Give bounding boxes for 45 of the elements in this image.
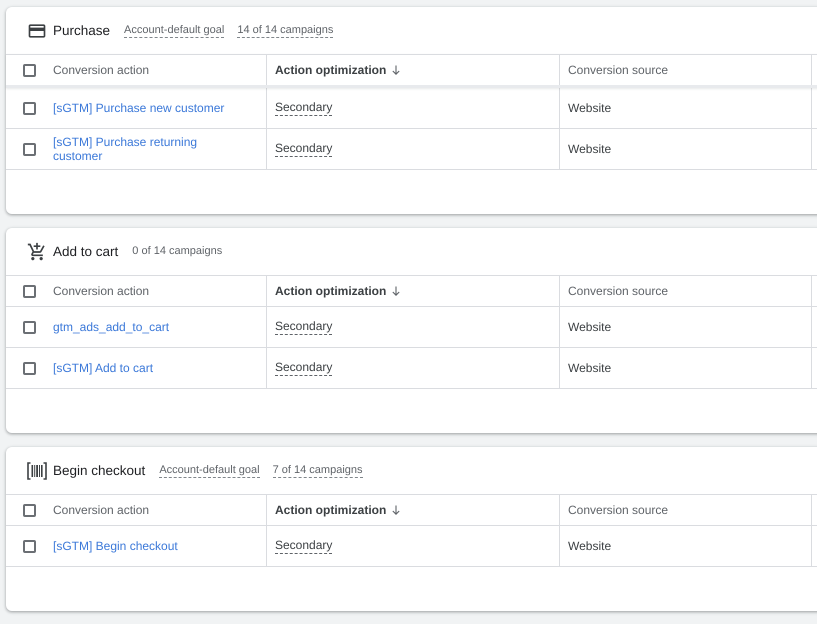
section-title: Begin checkout [53,463,146,478]
column-header[interactable]: Conversion action [53,63,150,77]
column-header[interactable]: Conversion source [568,63,668,77]
conversion-source-text: Website [568,361,612,375]
sort-down-icon[interactable] [392,505,400,515]
barcode-icon [27,460,47,480]
header-label: 0 of 14 campaigns [132,244,222,258]
row-checkbox[interactable] [23,102,36,114]
column-header[interactable]: Action optimization [275,503,386,517]
section-title: Add to cart [53,244,118,259]
header-label: Account-default goal [124,24,224,38]
conversion-action-link[interactable]: [sGTM] Purchase returning customer [53,135,235,163]
sort-down-icon[interactable] [392,286,400,296]
optimization-status: Secondary [275,100,332,116]
column-header[interactable]: Conversion action [53,284,150,298]
add-to-cart-icon [27,242,47,262]
column-header[interactable]: Action optimization [275,284,386,298]
header-label: 14 of 14 campaigns [237,24,334,38]
column-header[interactable]: Conversion source [568,284,668,298]
optimization-status: Secondary [275,319,332,335]
header-label: 7 of 14 campaigns [272,464,362,478]
conversion-action-link[interactable]: gtm_ads_add_to_cart [53,320,170,334]
conversion-action-link[interactable]: [sGTM] Purchase new customer [53,101,224,115]
select-all-checkbox[interactable] [23,64,36,76]
row-checkbox[interactable] [23,362,36,374]
optimization-status: Secondary [275,538,332,554]
row-checkbox[interactable] [23,540,36,552]
conversion-source-text: Website [568,142,612,156]
header-label: Account-default goal [159,464,260,478]
section-title: Purchase [53,23,110,38]
select-all-checkbox[interactable] [23,284,36,298]
column-header[interactable]: Conversion action [53,503,150,517]
sort-down-icon[interactable] [392,65,400,75]
column-header[interactable]: Action optimization [275,63,386,77]
conversion-source-text: Website [568,320,612,334]
conversion-source-text: Website [568,101,612,115]
row-checkbox[interactable] [23,142,36,156]
conversion-action-link[interactable]: [sGTM] Begin checkout [53,539,178,553]
optimization-status: Secondary [275,141,332,157]
column-header[interactable]: Conversion source [568,503,668,517]
conversion-source-text: Website [568,539,612,553]
optimization-status: Secondary [275,360,332,376]
conversion-action-link[interactable]: [sGTM] Add to cart [53,361,154,375]
row-checkbox[interactable] [23,320,36,334]
select-all-checkbox[interactable] [23,504,36,516]
